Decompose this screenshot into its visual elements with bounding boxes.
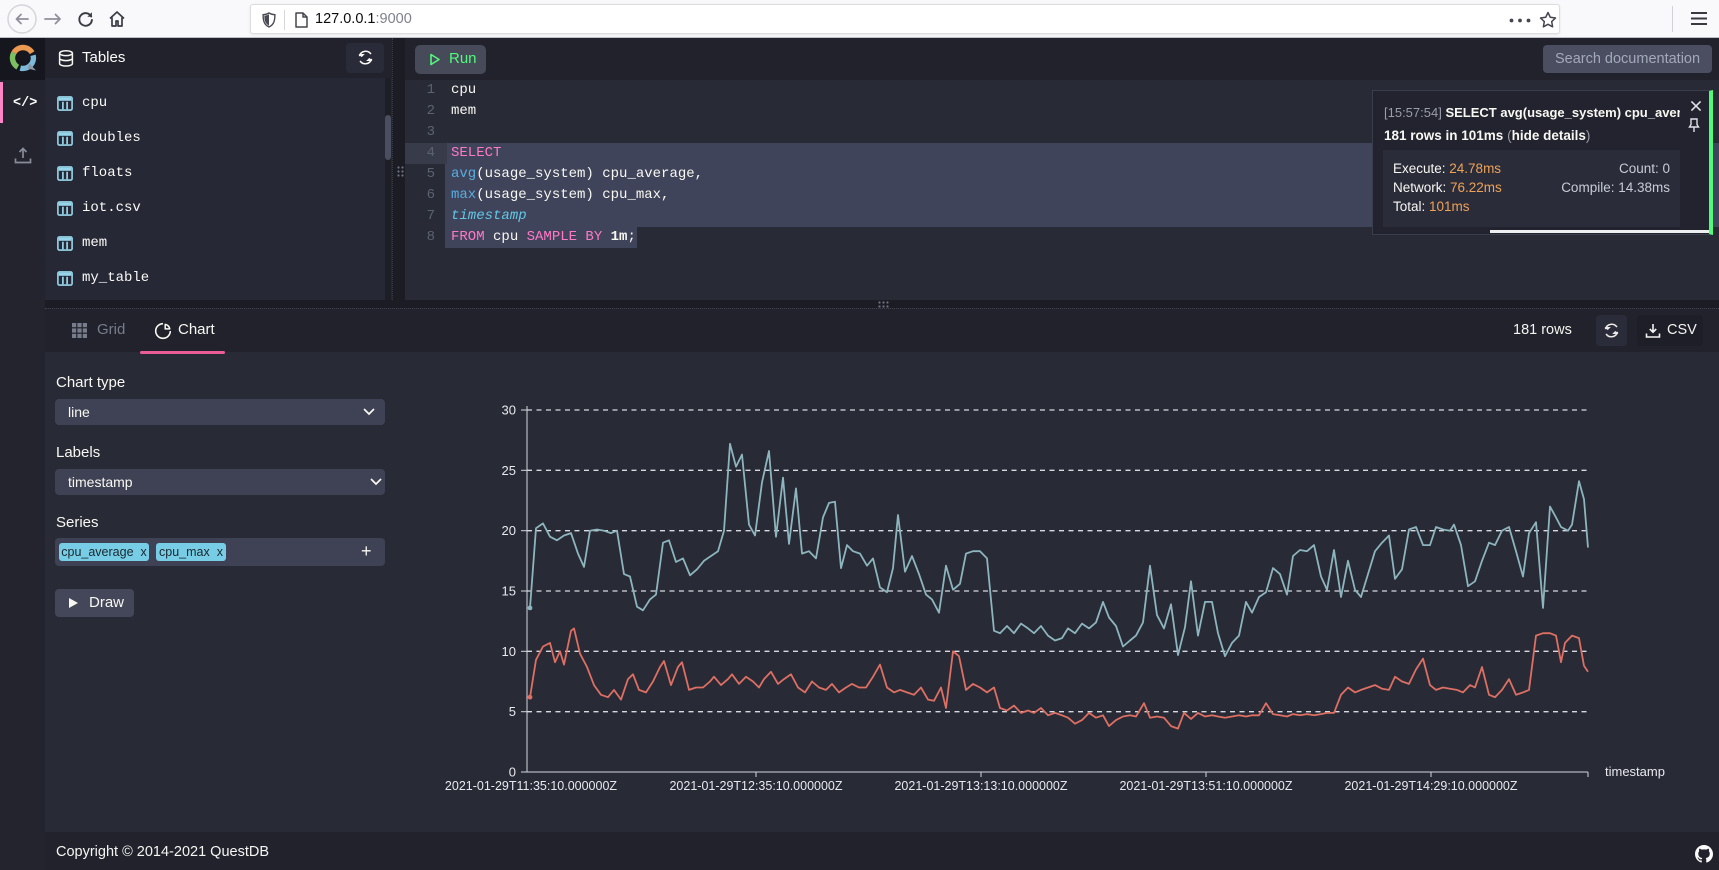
svg-text:2021-01-29T13:51:10.000000Z: 2021-01-29T13:51:10.000000Z [1119,779,1292,793]
svg-text:10: 10 [502,644,516,659]
svg-text:30: 30 [502,403,516,418]
svg-text:20: 20 [502,523,516,538]
svg-text:5: 5 [509,704,516,719]
svg-text:timestamp: timestamp [1605,764,1665,779]
svg-text:15: 15 [502,584,516,599]
svg-text:0: 0 [509,765,516,780]
svg-text:25: 25 [502,463,516,478]
svg-text:2021-01-29T12:35:10.000000Z: 2021-01-29T12:35:10.000000Z [669,779,842,793]
svg-text:2021-01-29T13:13:10.000000Z: 2021-01-29T13:13:10.000000Z [894,779,1067,793]
svg-text:2021-01-29T11:35:10.000000Z: 2021-01-29T11:35:10.000000Z [445,779,617,793]
svg-text:2021-01-29T14:29:10.000000Z: 2021-01-29T14:29:10.000000Z [1344,779,1517,793]
